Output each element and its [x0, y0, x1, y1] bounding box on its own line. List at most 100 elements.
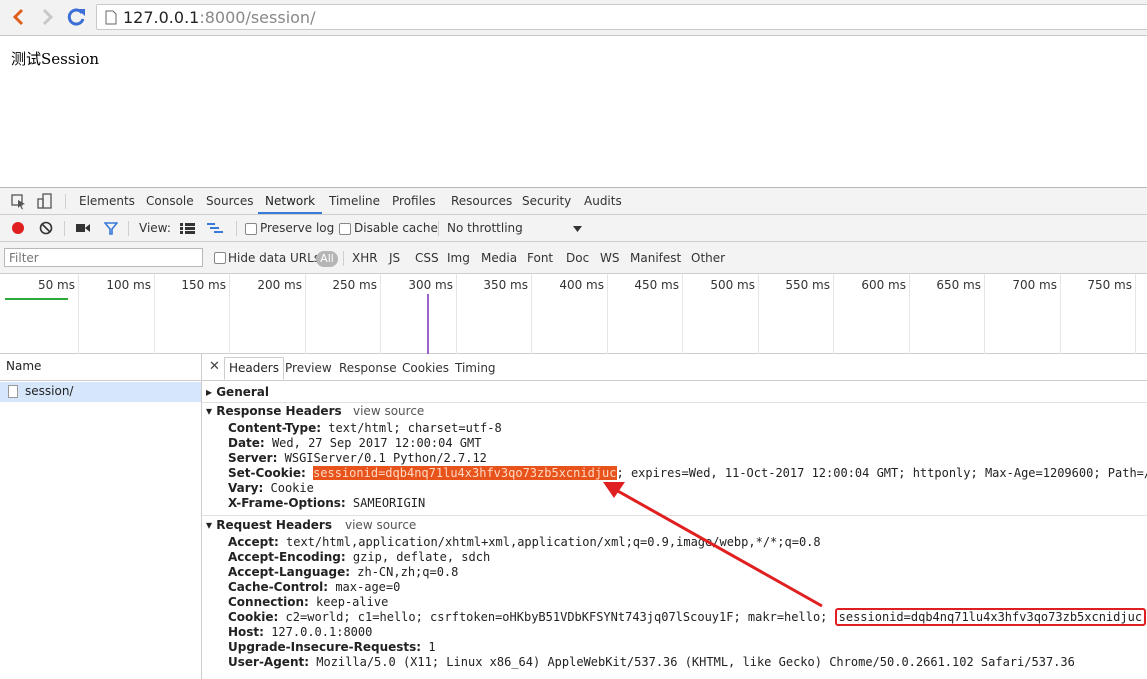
- name-column-header[interactable]: Name: [0, 354, 201, 381]
- response-headers-toggle[interactable]: ▾ Response Headers: [206, 404, 342, 418]
- filter-css[interactable]: CSS: [415, 251, 439, 265]
- tab-resources[interactable]: Resources: [451, 194, 512, 208]
- timeline-tick-label: 250 ms: [317, 278, 377, 292]
- tab-headers[interactable]: Headers: [224, 357, 284, 380]
- timeline-tick-label: 100 ms: [91, 278, 151, 292]
- disable-cache-label: Disable cache: [354, 221, 438, 235]
- header-value-rest: ; expires=Wed, 11-Oct-2017 12:00:04 GMT;…: [617, 466, 1147, 480]
- timeline-gridline: [1135, 274, 1136, 354]
- response-header-line: Vary: Cookie: [228, 481, 314, 495]
- filter-manifest[interactable]: Manifest: [630, 251, 681, 265]
- active-tab-indicator: [258, 212, 322, 214]
- request-view-source-link[interactable]: view source: [345, 518, 416, 532]
- header-value: Mozilla/5.0 (X11; Linux x86_64) AppleWeb…: [309, 655, 1075, 669]
- timeline-gridline: [78, 274, 79, 354]
- load-event-marker: [427, 294, 429, 354]
- timeline-tick-label: 750 ms: [1072, 278, 1132, 292]
- page-heading: 测试Session: [11, 48, 99, 69]
- section-divider: [202, 515, 1147, 516]
- filter-js[interactable]: JS: [389, 251, 400, 265]
- record-icon[interactable]: [11, 221, 25, 235]
- general-section-toggle[interactable]: ▸ General: [206, 385, 269, 399]
- tab-elements[interactable]: Elements: [79, 194, 135, 208]
- section-divider: [202, 402, 1147, 403]
- timeline-gridline: [154, 274, 155, 354]
- tab-preview[interactable]: Preview: [285, 361, 332, 375]
- browser-toolbar: 127.0.0.1:8000/session/: [0, 0, 1147, 36]
- device-mode-icon[interactable]: [37, 193, 53, 211]
- preserve-log-checkbox[interactable]: [245, 223, 257, 235]
- tab-timeline[interactable]: Timeline: [329, 194, 380, 208]
- tab-sources[interactable]: Sources: [206, 194, 253, 208]
- url-text: 127.0.0.1:8000/session/: [123, 8, 315, 27]
- header-value: gzip, deflate, sdch: [346, 550, 491, 564]
- timeline-gridline: [909, 274, 910, 354]
- timeline-gridline: [833, 274, 834, 354]
- filter-other[interactable]: Other: [691, 251, 725, 265]
- hide-data-urls-checkbox[interactable]: [214, 252, 226, 264]
- request-header-line: Accept-Language: zh-CN,zh;q=0.8: [228, 565, 458, 579]
- header-key: Accept-Language:: [228, 565, 350, 579]
- filter-font[interactable]: Font: [527, 251, 553, 265]
- response-header-line: Server: WSGIServer/0.1 Python/2.7.12: [228, 451, 487, 465]
- filter-all-button[interactable]: All: [316, 251, 338, 267]
- header-key: Accept:: [228, 535, 279, 549]
- throttling-select[interactable]: No throttling: [447, 221, 523, 235]
- large-rows-icon[interactable]: [180, 223, 195, 234]
- address-bar[interactable]: 127.0.0.1:8000/session/: [96, 4, 1147, 30]
- header-value: zh-CN,zh;q=0.8: [350, 565, 458, 579]
- tab-timing[interactable]: Timing: [455, 361, 496, 375]
- filter-xhr[interactable]: XHR: [352, 251, 378, 265]
- timeline-tick-label: 550 ms: [770, 278, 830, 292]
- close-icon[interactable]: ✕: [209, 359, 220, 374]
- tab-security[interactable]: Security: [522, 194, 571, 208]
- forward-button[interactable]: [36, 5, 58, 29]
- reload-button[interactable]: [64, 5, 86, 29]
- preserve-log-label: Preserve log: [260, 221, 334, 235]
- filter-doc[interactable]: Doc: [566, 251, 589, 265]
- timeline-tick-label: 500 ms: [695, 278, 755, 292]
- response-view-source-link[interactable]: view source: [353, 404, 424, 418]
- tabbar-separator: [65, 194, 66, 209]
- header-key: Cache-Control:: [228, 580, 328, 594]
- dropdown-arrow-icon[interactable]: [573, 226, 582, 232]
- tab-audits[interactable]: Audits: [584, 194, 622, 208]
- tab-response[interactable]: Response: [339, 361, 397, 375]
- filter-input[interactable]: [4, 248, 203, 267]
- request-row[interactable]: session/: [0, 382, 201, 402]
- timeline-tick-label: 350 ms: [468, 278, 528, 292]
- header-value: 127.0.0.1:8000: [264, 625, 372, 639]
- page-icon: [105, 10, 117, 25]
- tab-cookies[interactable]: Cookies: [402, 361, 449, 375]
- header-value: c2=world; c1=hello; csrftoken=oHKbyB51VD…: [278, 610, 834, 624]
- response-header-line: X-Frame-Options: SAMEORIGIN: [228, 496, 425, 510]
- tab-console[interactable]: Console: [146, 194, 194, 208]
- filter-ws[interactable]: WS: [600, 251, 619, 265]
- inspect-element-icon[interactable]: [11, 194, 27, 210]
- filter-img[interactable]: Img: [447, 251, 470, 265]
- header-value: 1: [421, 640, 435, 654]
- clear-icon[interactable]: [39, 221, 53, 235]
- timeline-overview[interactable]: 50 ms 100 ms 150 ms 200 ms 250 ms 300 ms…: [0, 274, 1147, 354]
- back-button[interactable]: [8, 5, 30, 29]
- header-key: Vary:: [228, 481, 263, 495]
- tab-network[interactable]: Network: [265, 194, 315, 208]
- header-key: Upgrade-Insecure-Requests:: [228, 640, 421, 654]
- header-key: Connection:: [228, 595, 309, 609]
- screenshot-camera-icon[interactable]: [76, 223, 90, 233]
- filter-media[interactable]: Media: [481, 251, 517, 265]
- url-path: :8000/session/: [199, 8, 315, 27]
- header-value: max-age=0: [328, 580, 400, 594]
- filter-funnel-icon[interactable]: [104, 222, 118, 235]
- disable-cache-checkbox[interactable]: [339, 223, 351, 235]
- request-header-line: Accept-Encoding: gzip, deflate, sdch: [228, 550, 490, 564]
- timeline-tick-label: 150 ms: [166, 278, 226, 292]
- request-headers-toggle[interactable]: ▾ Request Headers: [206, 518, 332, 532]
- filter-separator: [343, 251, 344, 266]
- details-tabbar: ✕ Headers Preview Response Cookies Timin…: [202, 354, 1147, 381]
- timeline-tick-label: 600 ms: [846, 278, 906, 292]
- overview-waterfall-icon[interactable]: [207, 223, 223, 234]
- tab-profiles[interactable]: Profiles: [392, 194, 436, 208]
- request-headers-title: Request Headers: [216, 518, 332, 532]
- header-key: Content-Type:: [228, 421, 321, 435]
